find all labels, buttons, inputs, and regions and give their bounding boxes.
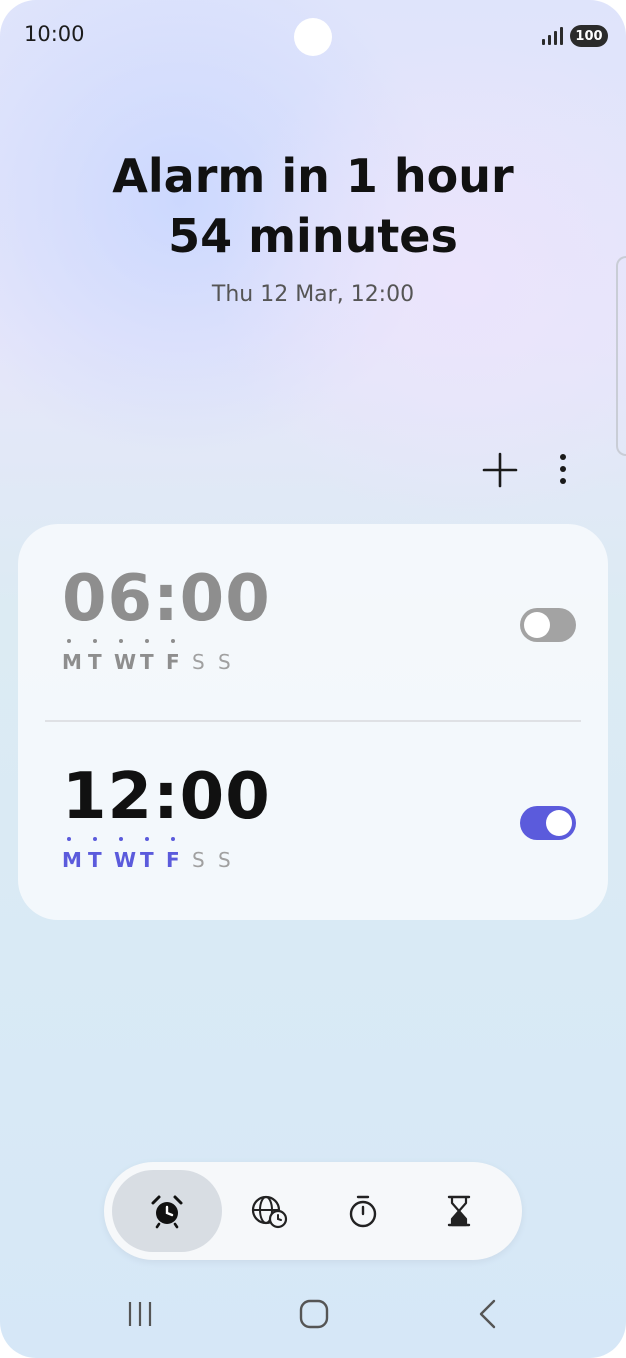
next-alarm-countdown: Alarm in 1 hour 54 minutes [0,146,626,266]
timer-hourglass-icon [447,1195,471,1227]
next-alarm-date: Thu 12 Mar, 12:00 [211,282,415,307]
alarm-toggle[interactable] [520,608,576,642]
tab-stopwatch[interactable] [308,1170,418,1252]
recents-icon[interactable] [124,1298,156,1330]
repeat-day: T [140,639,166,674]
back-icon[interactable] [472,1298,504,1330]
more-vertical-icon[interactable] [548,450,578,490]
alarm-item[interactable]: 06:00 MTWTFSS [18,524,608,722]
repeat-day: M [62,837,88,872]
alarm-list-card: 06:00 MTWTFSS 12:00 MTWTFSS [18,524,608,920]
repeat-days: MTWTFSS [62,639,244,674]
repeat-day: S [218,650,231,674]
tab-timer[interactable] [404,1170,514,1252]
repeat-day: T [140,837,166,872]
camera-cutout [294,18,332,56]
repeat-days: MTWTFSS [62,837,244,872]
stopwatch-icon [349,1195,377,1228]
repeat-day: S [192,650,205,674]
bottom-tab-bar [104,1162,522,1260]
alarm-toggle[interactable] [520,806,576,840]
repeat-day: S [218,848,231,872]
alarm-item[interactable]: 12:00 MTWTFSS [18,722,608,920]
toggle-knob [524,612,550,638]
alarm-clock-icon [151,1195,183,1229]
repeat-day: T [88,837,114,872]
countdown-line-1: Alarm in 1 hour [112,149,514,203]
repeat-day: F [166,639,192,674]
battery-icon: 100 [570,25,608,47]
battery-level: 100 [575,28,603,44]
status-time: 10:00 [24,22,85,46]
repeat-day: M [62,639,88,674]
alarm-time: 06:00 [62,562,271,636]
tab-alarm[interactable] [112,1170,222,1252]
plus-icon[interactable] [480,450,520,490]
repeat-day: W [114,837,140,872]
home-icon[interactable] [298,1298,330,1330]
repeat-day: F [166,837,192,872]
repeat-day: W [114,639,140,674]
repeat-day: T [88,639,114,674]
alarm-time: 12:00 [62,760,271,834]
signal-icon [542,27,563,45]
world-clock-icon [251,1195,288,1229]
countdown-line-2: 54 minutes [168,209,458,263]
toggle-knob [546,810,572,836]
repeat-day: S [192,848,205,872]
clock-app-screen: 10:00 100 Alarm in 1 hour 54 minutes Thu… [0,0,626,1358]
